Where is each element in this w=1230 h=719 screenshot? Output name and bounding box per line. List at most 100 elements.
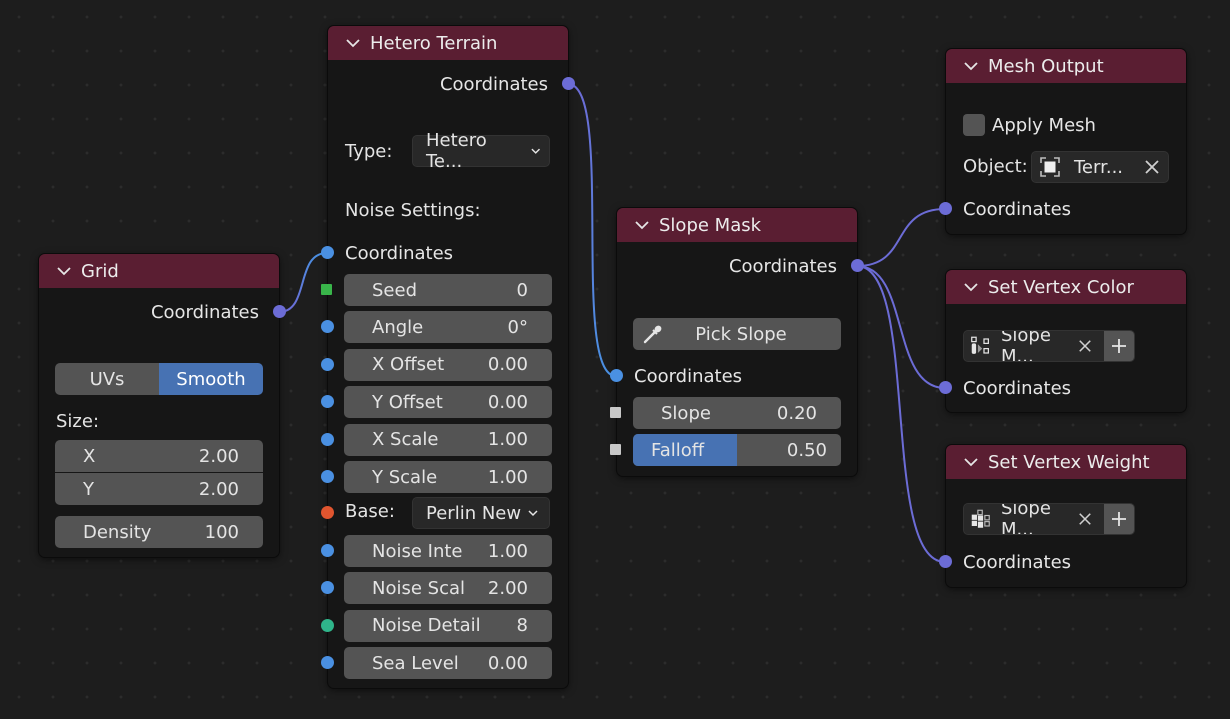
base-dropdown[interactable]: Perlin New [412, 497, 550, 529]
input-socket[interactable] [610, 444, 621, 455]
output-socket[interactable] [562, 77, 575, 90]
link-slope-to-vertex-weight[interactable] [856, 265, 946, 563]
mode-smooth-button[interactable]: Smooth [159, 363, 263, 395]
chevron-down-icon[interactable] [344, 34, 362, 52]
node-header[interactable]: Hetero Terrain [328, 26, 568, 60]
dropdown-value: Hetero Te... [426, 130, 487, 172]
input-socket[interactable] [610, 369, 623, 382]
node-header[interactable]: Grid [39, 254, 279, 288]
node-set-vertex-color[interactable]: Set Vertex Color Slope M... Coordinates [939, 270, 1186, 412]
node-header[interactable]: Slope Mask [617, 208, 857, 242]
node-title: Set Vertex Color [988, 276, 1134, 298]
input-socket[interactable] [321, 395, 334, 409]
falloff-slider[interactable]: Falloff 0.50 [633, 434, 841, 466]
input-socket[interactable] [939, 381, 952, 394]
chevron-down-icon [528, 510, 538, 517]
button-label: Pick Slope [695, 323, 787, 345]
link-grid-to-hetero[interactable] [278, 252, 328, 313]
field-label: X Offset [372, 354, 445, 376]
field-value: 2.00 [198, 478, 239, 500]
field-value: 1.00 [487, 540, 528, 562]
type-dropdown[interactable]: Hetero Te... [412, 130, 550, 172]
input-socket[interactable] [321, 656, 334, 670]
object-selector[interactable]: Terr... [1031, 151, 1169, 183]
node-grid[interactable]: Grid Coordinates UVs Smooth Size: X 2.00… [39, 254, 286, 557]
input-socket[interactable] [321, 357, 334, 371]
input-socket[interactable] [321, 618, 334, 632]
size-y-field[interactable]: Y 2.00 [55, 473, 263, 505]
add-layer-button[interactable] [1104, 331, 1134, 361]
node-header[interactable]: Set Vertex Weight [946, 445, 1186, 479]
weight-group-selector[interactable]: Slope M... [963, 503, 1135, 535]
node-title: Set Vertex Weight [988, 451, 1150, 473]
output-socket[interactable] [273, 305, 286, 318]
output-row: Coordinates [617, 249, 864, 283]
close-icon[interactable] [1144, 159, 1160, 175]
node-set-vertex-weight[interactable]: Set Vertex Weight Slope M... Coordinates [939, 445, 1186, 587]
value-field[interactable]: Noise Inte 1.00 [344, 535, 552, 567]
link-hetero-to-slope[interactable] [567, 83, 617, 377]
input-socket[interactable] [939, 202, 952, 215]
chevron-down-icon[interactable] [962, 453, 980, 471]
pick-slope-button[interactable]: Pick Slope [633, 318, 841, 350]
field-value: 8 [516, 615, 528, 637]
vertex-group-icon [971, 509, 990, 528]
chevron-down-icon[interactable] [55, 262, 73, 280]
value-field[interactable]: X Scale 1.00 [344, 423, 552, 456]
input-socket[interactable] [610, 407, 621, 418]
input-socket[interactable] [321, 506, 334, 519]
input-label: Coordinates [634, 365, 743, 387]
input-label: Coordinates [345, 242, 454, 264]
field-label: Density [83, 521, 152, 543]
add-group-button[interactable] [1104, 504, 1134, 534]
close-icon[interactable] [1078, 338, 1092, 354]
input-socket[interactable] [321, 432, 334, 446]
field-label: Sea Level [372, 652, 459, 674]
node-slope-mask[interactable]: Slope Mask Coordinates Pick Slope Coordi… [610, 208, 864, 476]
input-socket[interactable] [321, 246, 334, 259]
input-socket[interactable] [321, 581, 334, 595]
field-label: Noise Detail [372, 615, 481, 637]
mode-uvs-button[interactable]: UVs [55, 363, 159, 395]
close-icon[interactable] [1078, 511, 1092, 527]
field-value: 0.50 [786, 439, 827, 461]
value-field[interactable]: Noise Scal 2.00 [344, 572, 552, 605]
node-header[interactable]: Mesh Output [946, 49, 1186, 83]
node-title: Hetero Terrain [370, 32, 498, 54]
size-label: Size: [56, 411, 100, 432]
node-hetero-terrain[interactable]: Hetero Terrain Coordinates Type: Hetero … [321, 26, 575, 688]
output-socket[interactable] [851, 259, 864, 272]
field-label: Noise Scal [372, 577, 466, 599]
density-field[interactable]: Density 100 [55, 516, 263, 548]
value-field[interactable]: Sea Level 0.00 [344, 647, 552, 680]
input-socket[interactable] [321, 470, 334, 483]
value-field[interactable]: Noise Detail 8 [344, 609, 552, 642]
input-socket[interactable] [321, 284, 332, 295]
link-slope-to-mesh-output[interactable] [856, 208, 946, 267]
field-label: Noise Inte [372, 540, 463, 562]
slope-field[interactable]: Slope 0.20 [633, 397, 841, 429]
value-field[interactable]: Angle 0° [344, 311, 552, 344]
value-field[interactable]: Seed 0 [344, 274, 552, 306]
input-socket[interactable] [321, 544, 334, 557]
field-value: 1.00 [487, 429, 528, 451]
node-mesh-output[interactable]: Mesh Output Apply Mesh Object: Terr... C… [939, 49, 1186, 234]
chevron-down-icon [530, 148, 540, 154]
field-value: 0.20 [776, 402, 817, 424]
apply-mesh-checkbox[interactable] [963, 114, 985, 136]
link-slope-to-vertex-color[interactable] [856, 265, 946, 389]
chevron-down-icon[interactable] [962, 57, 980, 75]
size-x-field[interactable]: X 2.00 [55, 440, 263, 472]
node-header[interactable]: Set Vertex Color [946, 270, 1186, 304]
value-field[interactable]: Y Scale 1.00 [344, 461, 552, 493]
field-value: 2.00 [487, 577, 528, 599]
input-socket[interactable] [939, 555, 952, 568]
chevron-down-icon[interactable] [633, 216, 651, 234]
value-field[interactable]: Y Offset 0.00 [344, 386, 552, 419]
vertex-color-icon [971, 336, 989, 354]
input-socket[interactable] [321, 320, 334, 334]
chevron-down-icon[interactable] [962, 278, 980, 296]
value-field[interactable]: X Offset 0.00 [344, 348, 552, 381]
node-title: Grid [81, 260, 119, 282]
color-layer-selector[interactable]: Slope M... [963, 330, 1135, 362]
